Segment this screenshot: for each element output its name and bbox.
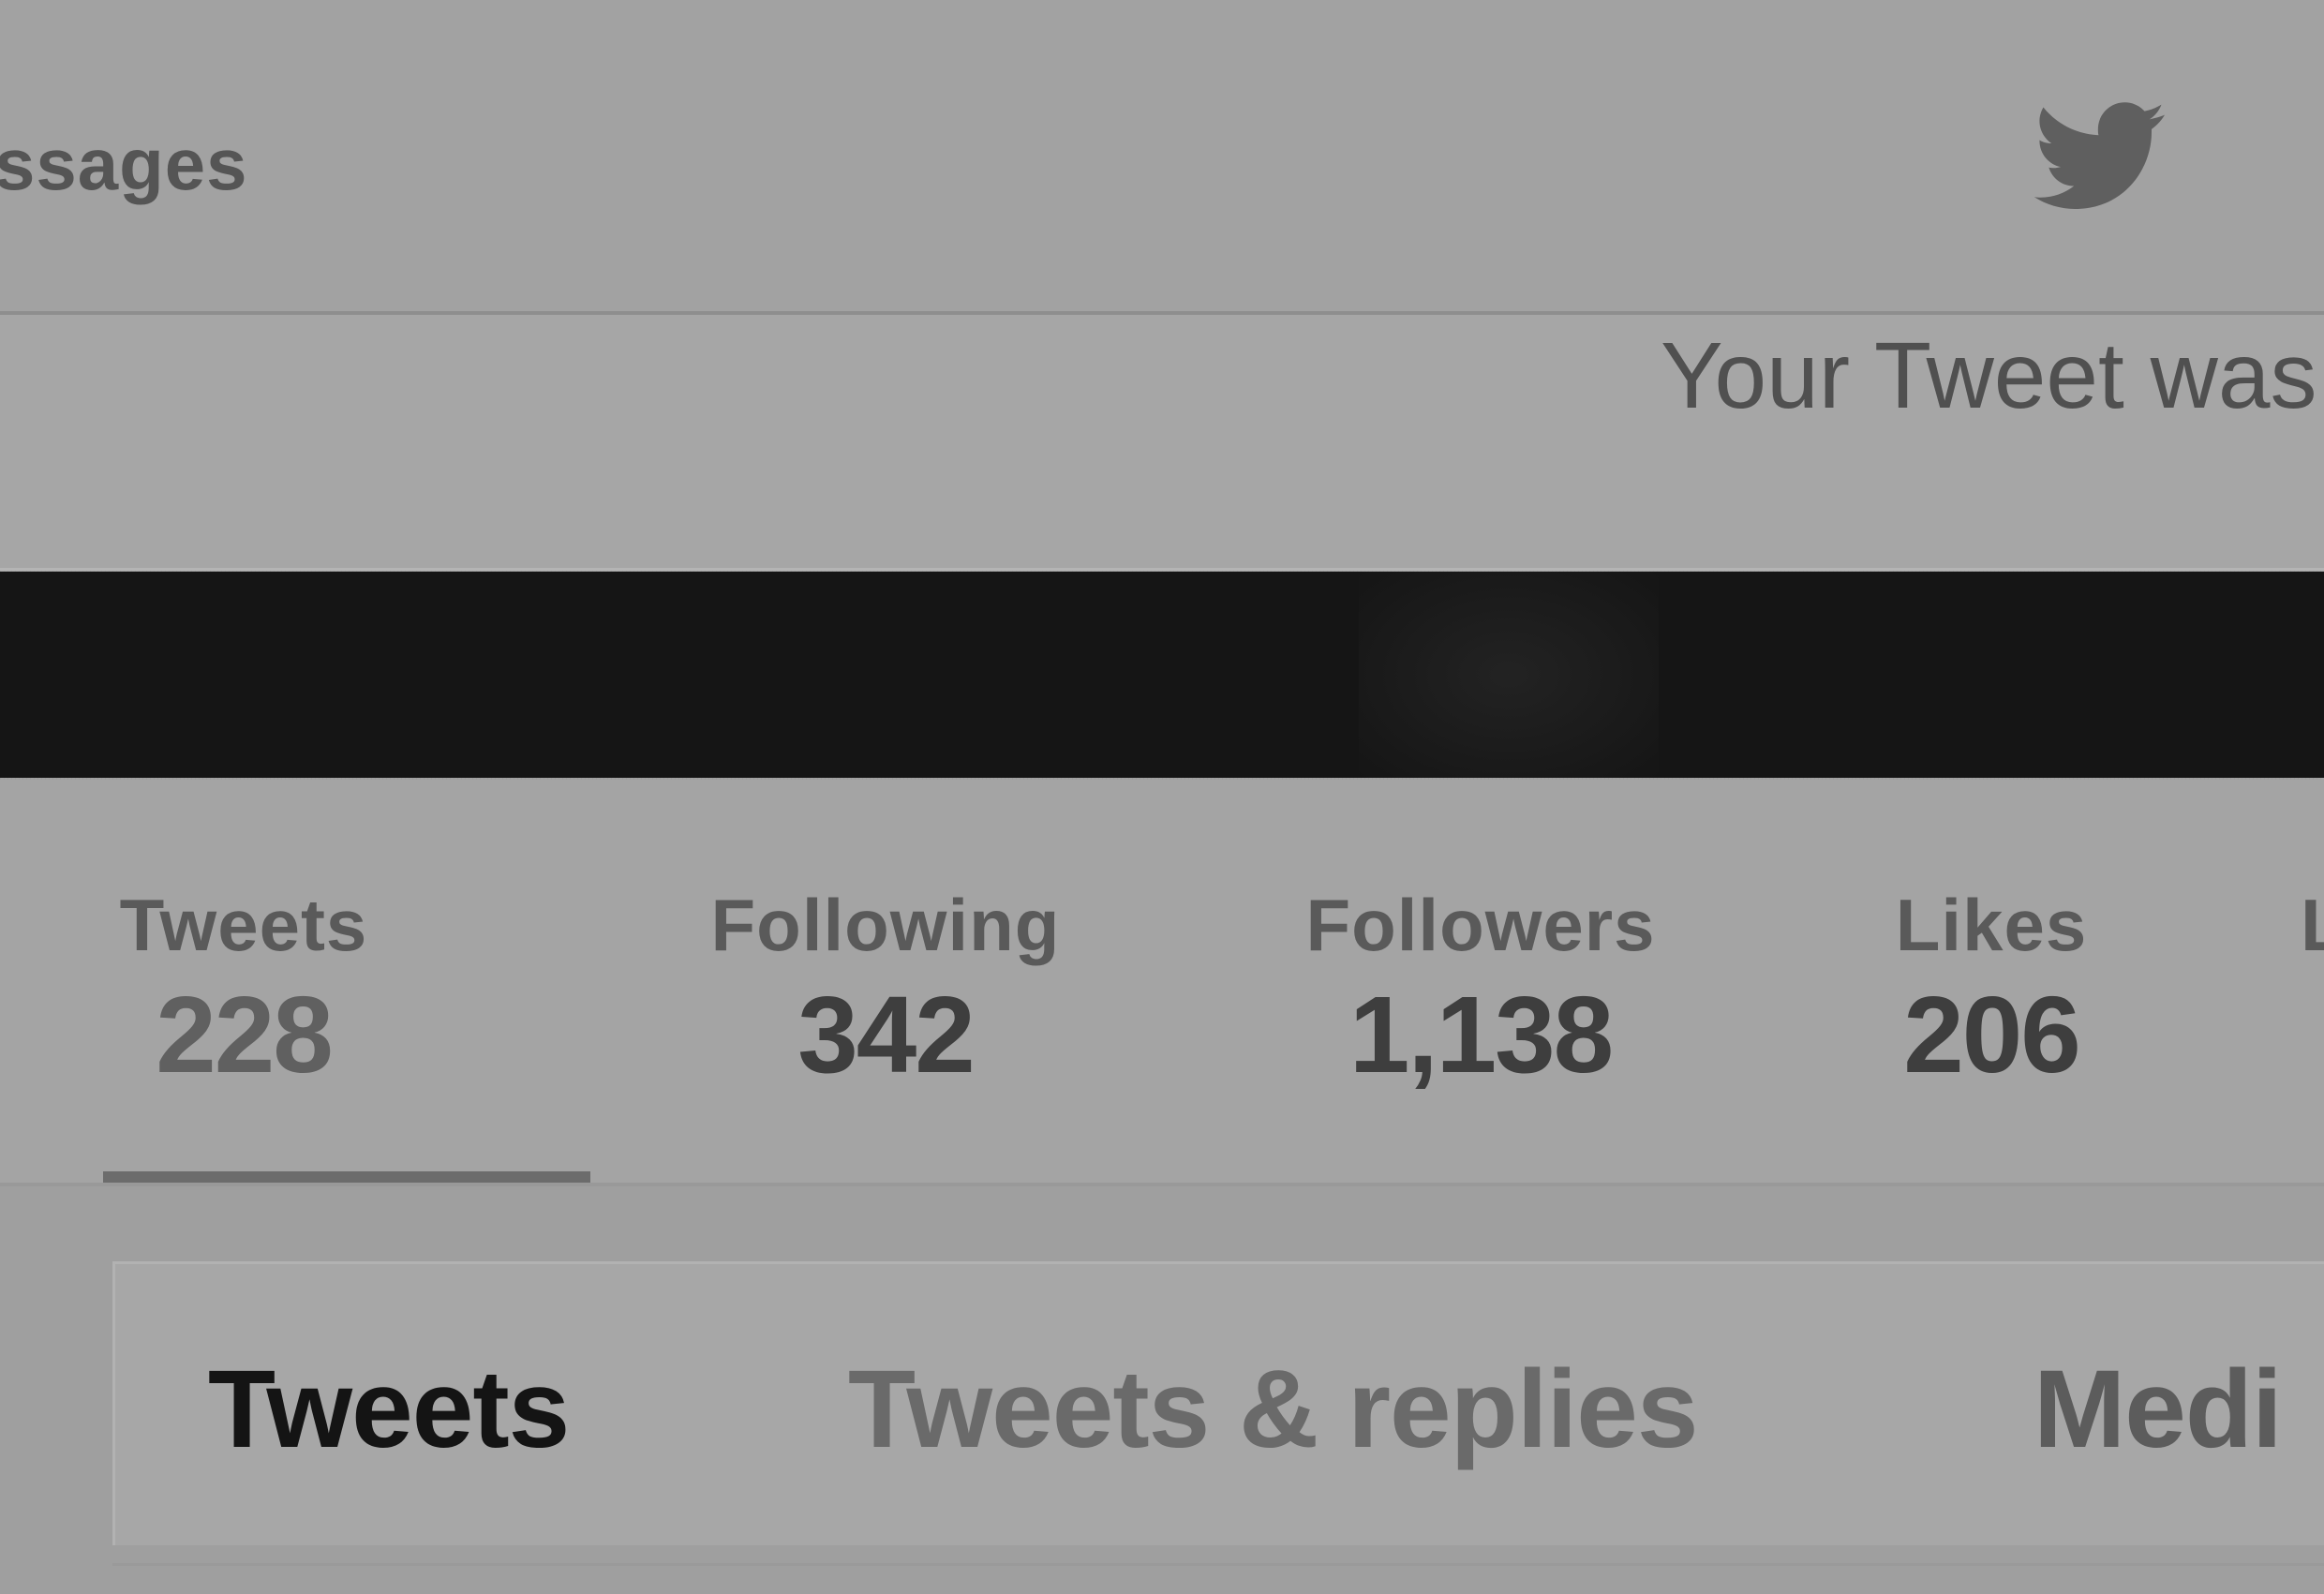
active-stat-indicator (103, 1171, 590, 1183)
stat-value: 228 (156, 974, 334, 1095)
stat-label: Tweets (119, 884, 368, 966)
stat-lists-truncated[interactable]: L (2301, 883, 2324, 968)
tweet-notification-bar: Your Tweet was (0, 315, 2324, 571)
stat-label: Following (710, 884, 1061, 966)
stat-label: Followers (1305, 884, 1656, 966)
tabs-divider (112, 1563, 2324, 1566)
stat-following[interactable]: Following 342 (675, 883, 1096, 1097)
tab-media[interactable]: Medi (2034, 1346, 2283, 1473)
profile-header-banner (0, 572, 2324, 778)
banner-reflection (1359, 572, 1659, 778)
tab-tweets[interactable]: Tweets (208, 1346, 570, 1473)
top-navigation-bar: ssages (0, 0, 2324, 315)
twitter-profile-screen: ssages Your Tweet was Tweets 228 Followi… (0, 0, 2324, 1594)
nav-messages-link[interactable]: ssages (0, 122, 248, 207)
stat-value: 1,138 (1348, 974, 1614, 1095)
timeline-area: Tweets Tweets & replies Medi (0, 1186, 2324, 1594)
stat-value: 342 (797, 974, 976, 1095)
stat-followers[interactable]: Followers 1,138 (1274, 883, 1687, 1097)
stat-tweets[interactable]: Tweets 228 (103, 883, 384, 1097)
stat-label: Likes (1895, 884, 2088, 966)
profile-stats-nav: Tweets 228 Following 342 Followers 1,138… (0, 780, 2324, 1186)
stat-likes[interactable]: Likes 206 (1865, 883, 2118, 1097)
twitter-bird-icon[interactable] (2034, 101, 2165, 212)
tab-tweets-and-replies[interactable]: Tweets & replies (848, 1346, 1699, 1473)
stat-value: 206 (1903, 974, 2081, 1095)
notification-text: Your Tweet was (1661, 323, 2317, 428)
